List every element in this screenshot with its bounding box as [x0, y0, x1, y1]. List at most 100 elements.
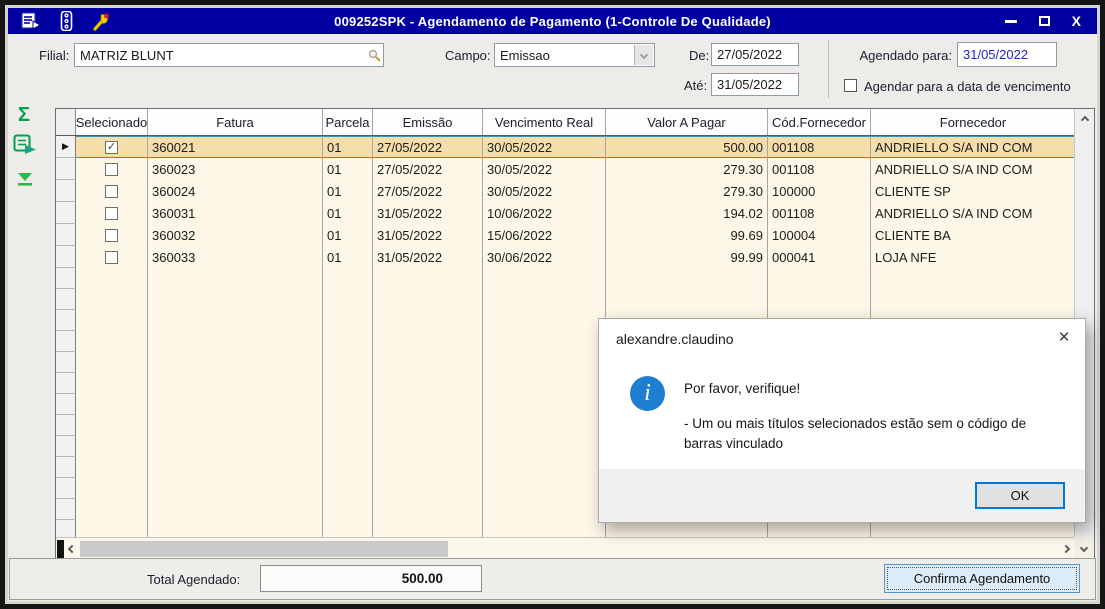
row-gutter-cell[interactable]	[56, 246, 76, 268]
cell-parcela: 01	[323, 224, 373, 246]
row-checkbox[interactable]	[105, 229, 118, 242]
app-window: 009252SPK - Agendamento de Pagamento (1-…	[0, 0, 1105, 609]
cell-parcela: 01	[323, 202, 373, 224]
dialog-footer: OK	[599, 469, 1085, 522]
schedule-document-icon[interactable]	[13, 134, 39, 156]
column-header-fatura[interactable]: Fatura	[148, 109, 323, 135]
dialog-close-button[interactable]: ×	[1051, 325, 1077, 351]
cell-cod-fornecedor: 001108	[768, 136, 871, 158]
cell-selecionado[interactable]	[76, 202, 148, 224]
cell-valor-a-pagar: 99.69	[606, 224, 768, 246]
wrench-icon[interactable]	[90, 11, 112, 31]
cell-selecionado[interactable]	[76, 180, 148, 202]
scroll-left-button[interactable]	[64, 546, 80, 552]
dialog-title: alexandre.claudino	[616, 331, 734, 347]
close-button[interactable]: X	[1072, 14, 1081, 28]
splitter-handle[interactable]	[57, 540, 64, 558]
ate-input[interactable]: 31/05/2022	[711, 73, 799, 96]
total-agendado-value: 500.00	[260, 565, 482, 592]
cell-parcela: 01	[323, 136, 373, 158]
column-header-valor-a-pagar[interactable]: Valor A Pagar	[606, 109, 768, 135]
table-row[interactable]: 3600230127/05/202230/05/2022279.30001108…	[56, 158, 1074, 180]
cell-selecionado[interactable]	[76, 158, 148, 180]
report-document-icon[interactable]	[20, 11, 42, 31]
row-gutter-cell	[56, 268, 76, 289]
campo-dropdown-arrow[interactable]	[634, 45, 653, 65]
cell-cod-fornecedor: 001108	[768, 158, 871, 180]
confirma-agendamento-button[interactable]: Confirma Agendamento	[884, 564, 1080, 593]
row-checkbox[interactable]	[105, 163, 118, 176]
cell-vencimento-real: 30/05/2022	[483, 158, 606, 180]
empty-column-parcela	[323, 268, 373, 537]
row-checkbox[interactable]	[105, 185, 118, 198]
maximize-button[interactable]	[1039, 16, 1050, 26]
de-input[interactable]: 27/05/2022	[711, 43, 799, 66]
de-value: 27/05/2022	[717, 47, 782, 62]
table-row[interactable]: 3600240127/05/202230/05/2022279.30100000…	[56, 180, 1074, 202]
horizontal-scrollbar[interactable]	[56, 537, 1074, 559]
column-header-vencimento-real[interactable]: Vencimento Real	[483, 109, 606, 135]
filial-value: MATRIZ BLUNT	[80, 48, 174, 63]
row-checkbox[interactable]	[105, 207, 118, 220]
sum-total-icon[interactable]: Σ	[18, 104, 30, 127]
horizontal-scroll-thumb[interactable]	[80, 541, 448, 557]
chevron-down-icon	[640, 51, 648, 59]
total-agendado-label: Total Agendado:	[147, 572, 240, 587]
go-to-bottom-icon[interactable]	[16, 172, 34, 187]
row-checkbox[interactable]: ✓	[105, 141, 118, 154]
table-row[interactable]: 3600310131/05/202210/06/2022194.02001108…	[56, 202, 1074, 224]
column-header-parcela[interactable]: Parcela	[323, 109, 373, 135]
traffic-light-icon[interactable]	[55, 11, 77, 31]
row-gutter-cell	[56, 415, 76, 436]
row-gutter-cell[interactable]: ▶	[56, 136, 76, 158]
cell-fatura: 360021	[148, 136, 323, 158]
agendado-para-input[interactable]: 31/05/2022	[957, 42, 1057, 67]
cell-parcela: 01	[323, 158, 373, 180]
filial-input[interactable]: MATRIZ BLUNT	[74, 43, 384, 67]
row-gutter-cell[interactable]	[56, 158, 76, 180]
table-row[interactable]: 3600320131/05/202215/06/202299.69100004C…	[56, 224, 1074, 246]
cell-selecionado[interactable]: ✓	[76, 136, 148, 158]
column-header-fornecedor[interactable]: Fornecedor	[871, 109, 1076, 135]
cell-fatura: 360024	[148, 180, 323, 202]
scroll-down-button[interactable]	[1074, 537, 1094, 559]
cell-cod-fornecedor: 100004	[768, 224, 871, 246]
cell-selecionado[interactable]	[76, 224, 148, 246]
scroll-right-button[interactable]	[1058, 546, 1074, 552]
cell-emissao: 27/05/2022	[373, 158, 483, 180]
minimize-button[interactable]	[1005, 20, 1017, 23]
cell-parcela: 01	[323, 180, 373, 202]
row-gutter-cell	[56, 352, 76, 373]
lookup-magnifier-icon[interactable]	[368, 49, 381, 65]
cell-vencimento-real: 10/06/2022	[483, 202, 606, 224]
column-header-selecionado[interactable]: Selecionado	[76, 109, 148, 135]
column-header-cod-fornecedor[interactable]: Cód.Fornecedor	[768, 109, 871, 135]
header-corner-cell	[56, 109, 76, 135]
ate-label: Até:	[684, 78, 707, 93]
campo-label: Campo:	[445, 48, 491, 63]
cell-fornecedor: ANDRIELLO S/A IND COM	[871, 158, 1074, 180]
row-checkbox[interactable]	[105, 251, 118, 264]
campo-select[interactable]: Emissao	[494, 43, 655, 67]
empty-column-emissao	[373, 268, 483, 537]
dialog-message: - Um ou mais títulos selecionados estão …	[684, 414, 1062, 455]
row-gutter-cell[interactable]	[56, 180, 76, 202]
column-header-emissao[interactable]: Emissão	[373, 109, 483, 135]
cell-vencimento-real: 30/05/2022	[483, 136, 606, 158]
titlebar[interactable]: 009252SPK - Agendamento de Pagamento (1-…	[8, 8, 1097, 34]
row-gutter-cell	[56, 289, 76, 310]
cell-fornecedor: ANDRIELLO S/A IND COM	[871, 202, 1074, 224]
row-gutter-cell[interactable]	[56, 202, 76, 224]
cell-selecionado[interactable]	[76, 246, 148, 268]
vencimento-checkbox[interactable]	[844, 79, 857, 92]
de-label: De:	[689, 48, 709, 63]
row-gutter-cell[interactable]	[56, 224, 76, 246]
ok-button[interactable]: OK	[975, 482, 1065, 509]
row-gutter-cell	[56, 373, 76, 394]
window-title: 009252SPK - Agendamento de Pagamento (1-…	[8, 14, 1097, 29]
table-row[interactable]: ▶✓3600210127/05/202230/05/2022500.000011…	[56, 136, 1074, 158]
table-row[interactable]: 3600330131/05/202230/06/202299.99000041L…	[56, 246, 1074, 268]
ok-button-label: OK	[1011, 488, 1030, 503]
scroll-up-button[interactable]	[1075, 117, 1094, 123]
chevron-down-icon	[1080, 544, 1088, 552]
